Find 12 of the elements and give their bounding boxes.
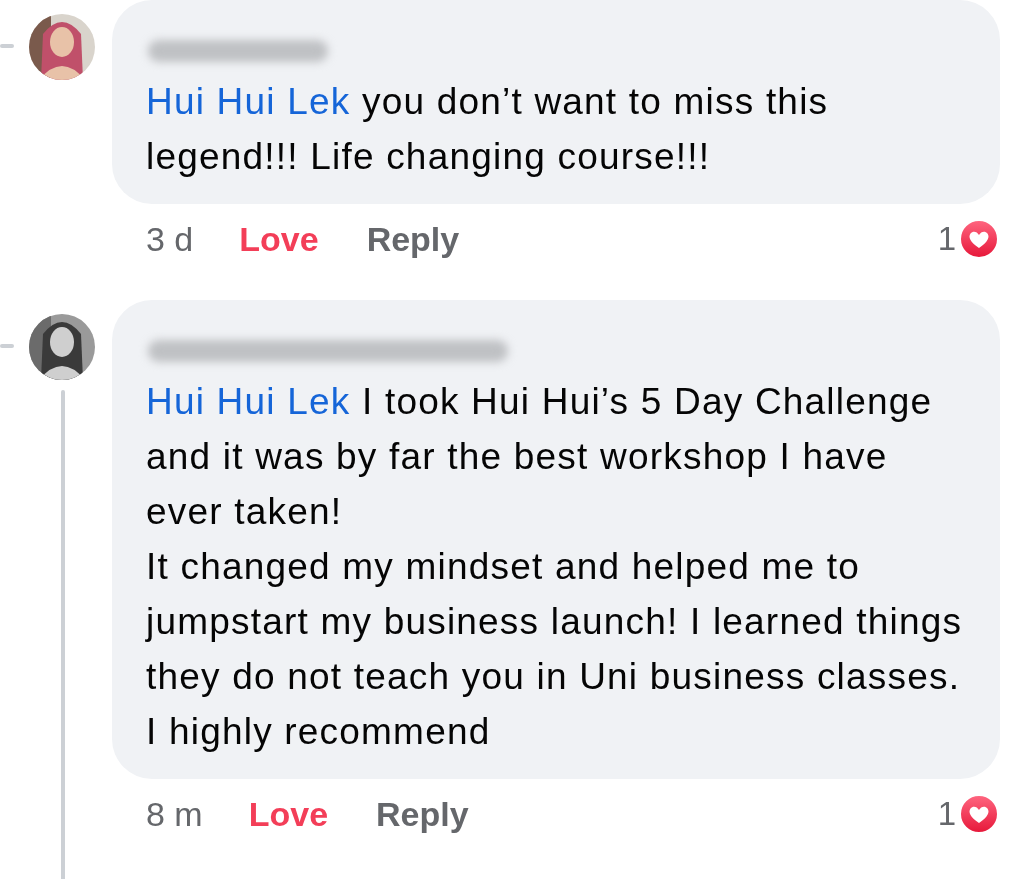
timestamp: 3 d: [146, 219, 194, 259]
reaction-count: 1: [937, 795, 956, 833]
mention-link[interactable]: Hui Hui Lek: [146, 81, 351, 122]
comment-text: Hui Hui Lek I took Hui Hui’s 5 Day Challenge and it was by far the best workshop I have ever taken! It changed my mindset and helped me to jumpstart my business launch! I learned things they do not teach you in Uni business classes. I highly recommend: [146, 380, 964, 754]
mention-link[interactable]: Hui Hui Lek: [146, 381, 351, 422]
reaction-count: 1: [937, 220, 956, 258]
reply-link[interactable]: Reply: [366, 219, 460, 259]
love-link[interactable]: Love: [239, 219, 319, 259]
timestamp: 8 m: [146, 794, 203, 834]
love-link[interactable]: Love: [248, 794, 329, 834]
reply-link[interactable]: Reply: [376, 794, 469, 834]
comment-text: Hui Hui Lek you don’t want to miss this legend!!! Life changing course!!!: [146, 80, 830, 179]
